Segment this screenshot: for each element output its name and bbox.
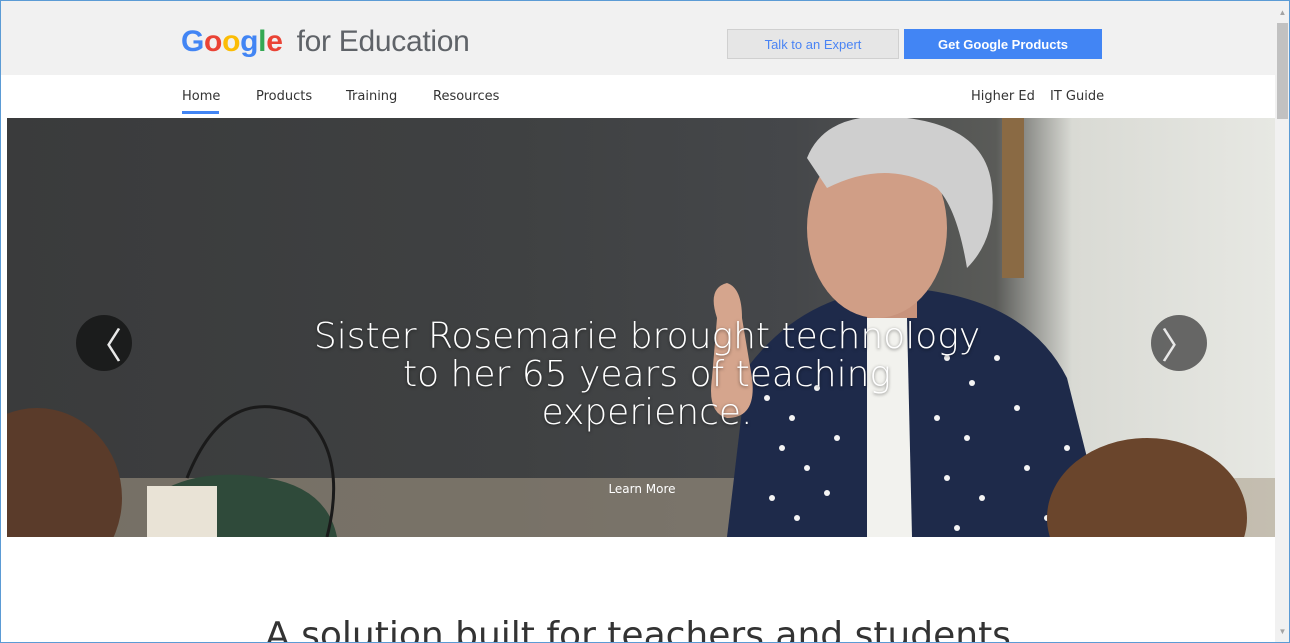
chevron-left-icon[interactable]: 〈 bbox=[76, 315, 132, 371]
hero-caption-line-3: experience. bbox=[541, 392, 753, 433]
scroll-up-arrow-icon[interactable]: ▲ bbox=[1275, 5, 1289, 19]
scroll-down-arrow-icon[interactable]: ▼ bbox=[1275, 624, 1289, 638]
section-headline: A solution built for teachers and studen… bbox=[265, 615, 1011, 643]
nav-active-indicator bbox=[182, 111, 219, 114]
google-wordmark: Google bbox=[181, 25, 283, 58]
hero-caption-line-2: to her 65 years of teaching bbox=[402, 354, 892, 395]
nav-item-it-guide[interactable]: IT Guide bbox=[1050, 89, 1104, 104]
get-google-products-button[interactable]: Get Google Products bbox=[904, 29, 1102, 59]
nav-item-resources[interactable]: Resources bbox=[433, 89, 499, 104]
hero-carousel: 〈 〉 Sister Rosemarie brought technology … bbox=[7, 118, 1275, 537]
logo-suffix: for Education bbox=[296, 25, 470, 58]
learn-more-link[interactable]: Learn More bbox=[597, 482, 687, 496]
chalkboard-frame bbox=[1002, 118, 1024, 278]
site-header: Google for Education Talk to an Expert G… bbox=[1, 1, 1275, 75]
nav-item-products[interactable]: Products bbox=[256, 89, 312, 104]
main-nav: Home Products Training Resources Higher … bbox=[1, 75, 1275, 118]
nav-item-higher-ed[interactable]: Higher Ed bbox=[971, 89, 1035, 104]
student-head-left bbox=[7, 408, 122, 537]
talk-to-expert-button[interactable]: Talk to an Expert bbox=[727, 29, 899, 59]
browser-viewport: Google for Education Talk to an Expert G… bbox=[0, 0, 1290, 643]
vertical-scrollbar[interactable]: ▲ ▼ bbox=[1275, 1, 1289, 642]
papers bbox=[147, 486, 217, 537]
chevron-right-icon[interactable]: 〉 bbox=[1151, 315, 1207, 371]
hero-caption-line-1: Sister Rosemarie brought technology bbox=[313, 316, 981, 357]
scrollbar-thumb[interactable] bbox=[1277, 23, 1288, 119]
nav-item-home[interactable]: Home bbox=[182, 89, 220, 104]
google-for-education-logo[interactable]: Google for Education bbox=[181, 25, 470, 59]
hero-caption: Sister Rosemarie brought technology to h… bbox=[267, 318, 1027, 432]
nav-item-training[interactable]: Training bbox=[346, 89, 397, 104]
